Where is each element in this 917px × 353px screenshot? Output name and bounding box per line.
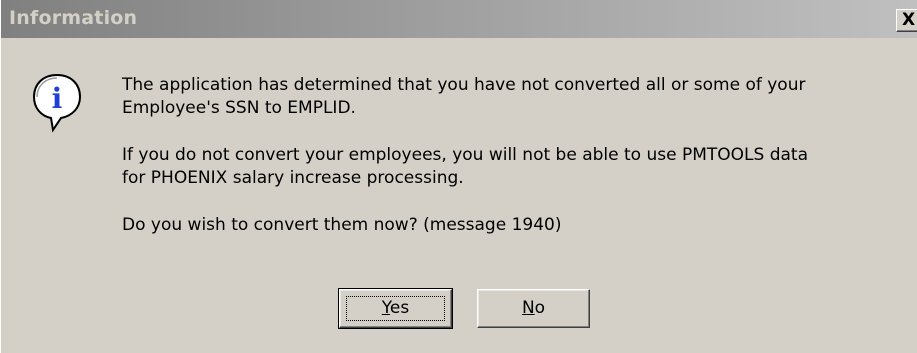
message-line: If you do not convert your employees, yo…	[122, 145, 808, 165]
message-paragraph-3: Do you wish to convert them now? (messag…	[122, 214, 902, 237]
information-dialog: Information X i The application has dete…	[0, 0, 917, 353]
message-line: The application has determined that you …	[122, 75, 806, 95]
info-letter: i	[52, 82, 63, 115]
close-icon: X	[902, 10, 916, 30]
message-line: for PHOENIX salary increase processing.	[122, 168, 464, 188]
no-label-rest: o	[534, 298, 546, 318]
yes-button[interactable]: Yes	[338, 288, 453, 329]
close-button[interactable]: X	[896, 9, 917, 32]
yes-mnemonic: Y	[381, 298, 390, 318]
message-paragraph-2: If you do not convert your employees, yo…	[122, 144, 902, 190]
yes-label-rest: es	[389, 298, 410, 318]
message-paragraph-1: The application has determined that you …	[122, 74, 902, 120]
title-bar[interactable]: Information X	[1, 0, 917, 38]
message-line: Do you wish to convert them now? (messag…	[122, 215, 562, 235]
no-button[interactable]: No	[477, 289, 590, 328]
dialog-title: Information	[9, 7, 138, 29]
message-line: Employee's SSN to EMPLID.	[122, 98, 356, 118]
message-text: The application has determined that you …	[122, 74, 902, 261]
no-mnemonic: N	[521, 298, 535, 318]
information-icon: i	[31, 72, 83, 134]
